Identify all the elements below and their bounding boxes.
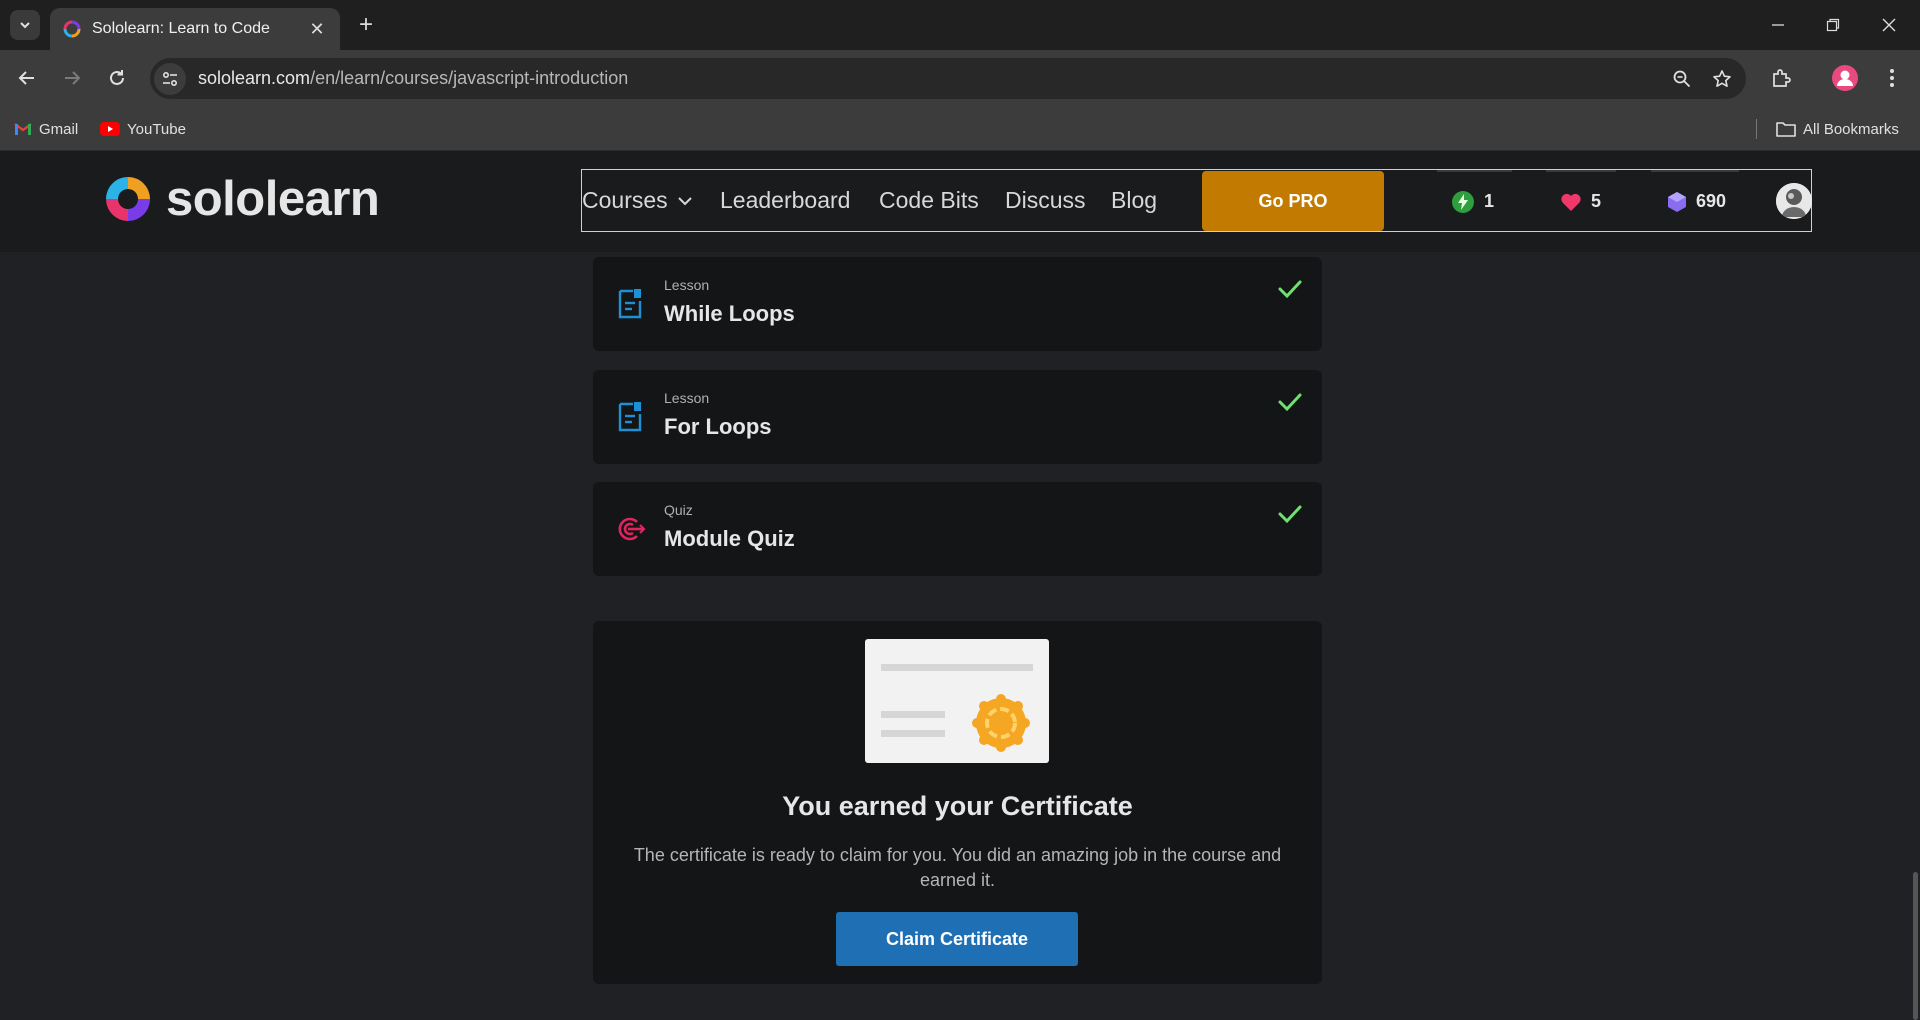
folder-icon <box>1776 122 1796 137</box>
nav-courses[interactable]: Courses <box>582 170 694 231</box>
nav-courses-label: Courses <box>582 187 668 213</box>
tab-title: Sololearn: Learn to Code <box>92 20 270 37</box>
bookmark-label: YouTube <box>127 120 186 138</box>
url-path: /en/learn/courses/javascript-introductio… <box>310 68 629 88</box>
site-header: sololearn Courses Leaderboard Code Bits … <box>0 151 1920 252</box>
tab-search-button[interactable] <box>10 10 40 40</box>
gems-stat[interactable]: 690 <box>1651 170 1739 231</box>
address-bar[interactable]: sololearn.com/en/learn/courses/javascrip… <box>150 58 1746 99</box>
lesson-title: Module Quiz <box>664 526 795 551</box>
bookmark-gmail[interactable]: Gmail <box>14 117 78 141</box>
sololearn-logo-icon <box>106 177 150 221</box>
checkmark-icon <box>1278 280 1302 299</box>
restore-icon[interactable] <box>1818 10 1848 40</box>
all-bookmarks-label: All Bookmarks <box>1803 120 1899 138</box>
go-pro-button[interactable]: Go PRO <box>1202 171 1384 231</box>
streak-stat[interactable]: 1 <box>1437 170 1512 231</box>
certificate-illustration <box>865 639 1049 763</box>
browser-toolbar: sololearn.com/en/learn/courses/javascrip… <box>0 50 1920 107</box>
tab-close-icon[interactable]: ✕ <box>306 18 328 40</box>
browser-menu-icon[interactable] <box>1877 63 1907 93</box>
minimize-icon[interactable] <box>1763 10 1793 40</box>
page-scrollbar[interactable] <box>1913 872 1918 1020</box>
gems-count: 690 <box>1696 191 1727 211</box>
bookmark-youtube[interactable]: YouTube <box>100 117 186 141</box>
main-nav: Courses Leaderboard Code Bits Discuss Bl… <box>581 169 1812 232</box>
lesson-type: Quiz <box>664 502 693 518</box>
url-host: sololearn.com <box>198 68 311 88</box>
new-tab-button[interactable]: + <box>352 11 380 39</box>
back-arrow-icon[interactable] <box>12 63 42 93</box>
hearts-stat[interactable]: 5 <box>1546 170 1616 231</box>
certificate-icon <box>881 664 1033 752</box>
gmail-icon <box>14 123 32 135</box>
nav-code-bits[interactable]: Code Bits <box>879 170 979 231</box>
streak-count: 1 <box>1484 191 1495 211</box>
all-bookmarks-button[interactable]: All Bookmarks <box>1776 117 1899 141</box>
avatar-image <box>1776 183 1812 219</box>
browser-tab[interactable]: Sololearn: Learn to Code ✕ <box>50 8 340 50</box>
certificate-description: The certificate is ready to claim for yo… <box>633 845 1282 890</box>
site-settings-icon[interactable] <box>154 62 186 95</box>
claim-certificate-button[interactable]: Claim Certificate <box>836 912 1078 966</box>
sololearn-favicon-icon <box>63 20 81 38</box>
youtube-icon <box>100 122 120 136</box>
bookmark-label: Gmail <box>39 120 79 138</box>
gem-icon <box>1668 191 1686 212</box>
logo-text: sololearn <box>166 172 380 226</box>
forward-arrow-icon[interactable] <box>57 63 87 93</box>
bookmarks-bar: Gmail YouTube All Bookmarks <box>0 107 1920 151</box>
bookmarks-divider <box>1756 119 1757 139</box>
lesson-icon <box>618 402 642 432</box>
extensions-icon[interactable] <box>1766 63 1796 93</box>
lesson-icon <box>618 289 642 319</box>
nav-discuss[interactable]: Discuss <box>1005 170 1086 231</box>
lesson-card[interactable]: Quiz Module Quiz <box>593 482 1322 576</box>
hearts-count: 5 <box>1591 191 1602 211</box>
reload-icon[interactable] <box>102 63 132 93</box>
chevron-down-icon <box>20 22 30 29</box>
lightning-icon <box>1452 190 1474 213</box>
close-window-icon[interactable] <box>1874 10 1904 40</box>
lesson-card[interactable]: Lesson For Loops <box>593 370 1322 464</box>
lesson-title: While Loops <box>664 301 795 326</box>
certificate-title: You earned your Certificate <box>782 791 1133 821</box>
heart-icon <box>1561 193 1581 211</box>
lesson-type: Lesson <box>664 390 710 406</box>
profile-avatar-icon[interactable] <box>1830 63 1860 93</box>
user-avatar[interactable] <box>1776 183 1812 219</box>
lesson-card[interactable]: Lesson While Loops <box>593 257 1322 351</box>
browser-tab-bar: Sololearn: Learn to Code ✕ + <box>0 0 1920 50</box>
nav-blog[interactable]: Blog <box>1111 170 1157 231</box>
checkmark-icon <box>1278 505 1302 524</box>
bookmark-star-icon[interactable] <box>1706 63 1738 95</box>
nav-leaderboard[interactable]: Leaderboard <box>720 170 850 231</box>
checkmark-icon <box>1278 393 1302 412</box>
sololearn-logo[interactable]: sololearn <box>100 171 380 227</box>
lesson-type: Lesson <box>664 277 710 293</box>
chevron-down-icon <box>677 196 692 205</box>
certificate-card: You earned your Certificate The certific… <box>593 621 1322 984</box>
url-text: sololearn.com/en/learn/courses/javascrip… <box>198 68 1666 89</box>
zoom-icon[interactable] <box>1666 63 1698 95</box>
quiz-target-icon <box>618 517 646 541</box>
lesson-title: For Loops <box>664 414 772 439</box>
